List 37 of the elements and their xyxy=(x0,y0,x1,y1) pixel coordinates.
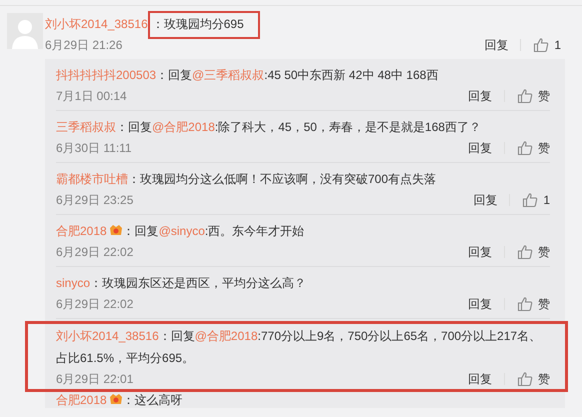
like-button[interactable]: 1 xyxy=(522,192,550,208)
reply-link[interactable]: 回复 xyxy=(484,36,508,54)
reply-link[interactable]: 回复 xyxy=(468,370,492,388)
timestamp: 7月1日 00:14 xyxy=(56,88,127,104)
reply-text: 合肥2018 ：回复@sinyco:西。东今年才开始 xyxy=(56,222,306,240)
reply-link[interactable]: 回复 xyxy=(468,296,492,312)
thumbs-up-icon xyxy=(517,88,533,104)
reply-text: 刘小坏2014_38516：回复@合肥2018:770分以上9名，750分以上65名，700分以上217名、占比61.5%，平均分695。 xyxy=(56,328,542,367)
like-button[interactable]: 1 xyxy=(533,37,561,53)
like-button[interactable]: 赞 xyxy=(517,244,550,260)
like-button[interactable]: 赞 xyxy=(517,88,550,104)
thumbs-up-icon xyxy=(522,192,538,208)
reply-link[interactable]: 回复 xyxy=(468,244,492,260)
like-button[interactable]: 赞 xyxy=(517,296,550,312)
reply-link[interactable]: 回复 xyxy=(468,140,492,156)
like-button[interactable]: 赞 xyxy=(517,370,550,388)
comment-text: ：玫瑰园均分695 xyxy=(148,11,260,39)
like-button[interactable]: 赞 xyxy=(517,140,550,156)
reply-text: 抖抖抖抖抖200503：回复@三季稻叔叔:45 50中东西新 42中 48中 168西 xyxy=(56,67,440,84)
reply-text: sinyco：玫瑰园东区还是西区，平均分这么高？ xyxy=(56,275,308,292)
timestamp: 6月30日 11:11 xyxy=(56,140,132,156)
thumbs-up-icon xyxy=(517,296,533,312)
reply-text: 合肥2018 ：这么高呀 xyxy=(56,392,184,408)
timestamp: 6月29日 22:02 xyxy=(56,244,134,260)
thumbs-up-icon xyxy=(517,371,533,387)
reply-text: 三季稻叔叔：回复@合肥2018:除了科大，45，50，寿春，是不是就是168西了？ xyxy=(56,119,482,136)
thumbs-up-icon xyxy=(517,140,533,156)
timestamp: 6月29日 22:01 xyxy=(56,370,134,388)
timestamp: 6月29日 22:02 xyxy=(56,296,134,312)
avatar-icon xyxy=(7,13,43,49)
reply-link[interactable]: 回复 xyxy=(473,192,498,208)
reply-text: 霸都楼市吐槽：玫瑰园均分这么低啊！不应该啊，没有突破700有点失落 xyxy=(56,171,438,188)
timestamp: 6月29日 21:26 xyxy=(45,36,122,54)
thumbs-up-icon xyxy=(533,37,550,53)
thumbs-up-icon xyxy=(517,244,533,260)
reply-link[interactable]: 回复 xyxy=(468,88,492,104)
timestamp: 6月29日 23:25 xyxy=(56,192,134,208)
